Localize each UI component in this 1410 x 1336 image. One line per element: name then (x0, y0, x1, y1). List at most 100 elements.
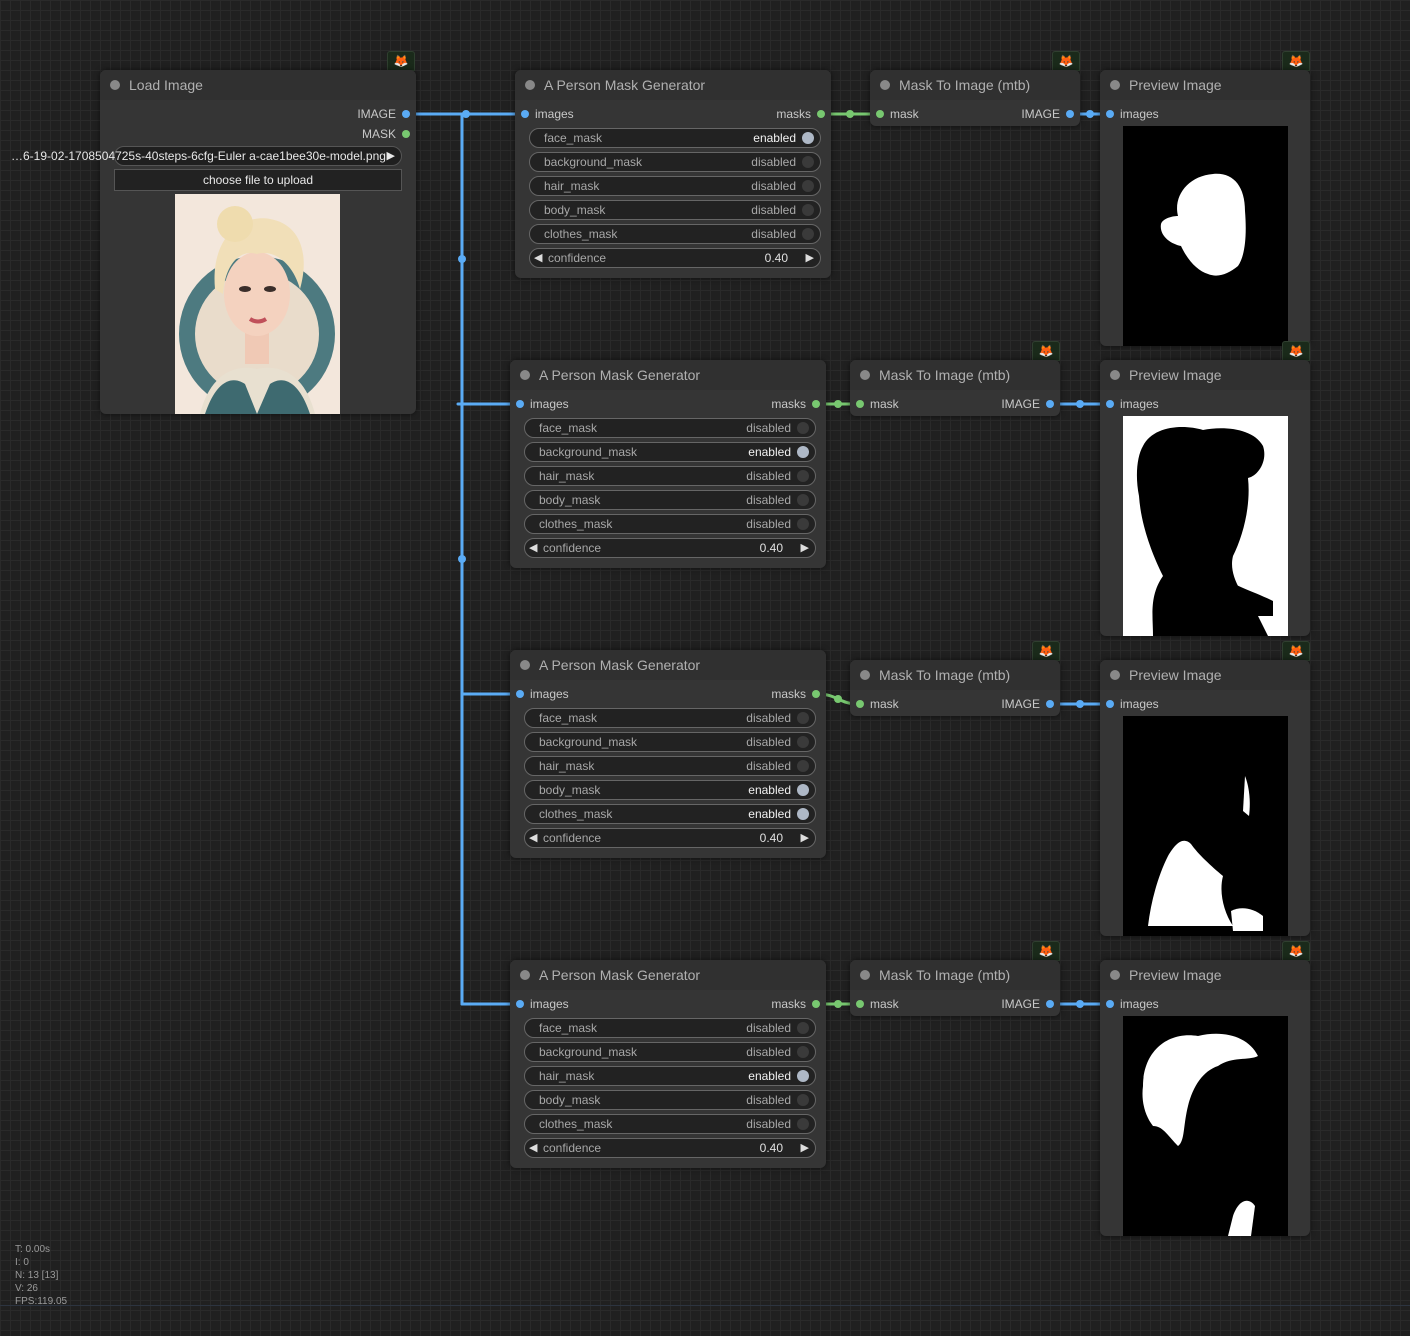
input-dot[interactable] (1106, 110, 1114, 118)
background-mask-toggle[interactable]: background_mask disabled (524, 1042, 816, 1062)
toggle-dot[interactable] (797, 808, 809, 820)
toggle-dot[interactable] (797, 1022, 809, 1034)
input-dot[interactable] (876, 110, 884, 118)
clothes-mask-toggle[interactable]: clothes_mask disabled (529, 224, 821, 244)
io-slots[interactable]: images (1100, 104, 1310, 124)
toggle-dot[interactable] (802, 228, 814, 240)
person-mask-generator-node[interactable]: A Person Mask Generator images masks fac… (515, 70, 831, 278)
node-title[interactable]: Mask To Image (mtb) (870, 70, 1080, 100)
output-dot[interactable] (812, 1000, 820, 1008)
node-title[interactable]: Mask To Image (mtb) (850, 960, 1060, 990)
toggle-dot[interactable] (797, 470, 809, 482)
person-mask-generator-node[interactable]: A Person Mask Generator images masks fac… (510, 650, 826, 858)
output-mask-slot[interactable]: MASK (100, 124, 416, 144)
mask-to-image-node[interactable]: Mask To Image (mtb) mask IMAGE (850, 660, 1060, 716)
node-title[interactable]: A Person Mask Generator (510, 960, 826, 990)
preview-image-node[interactable]: Preview Image images (1100, 660, 1310, 936)
io-slots[interactable]: images (1100, 394, 1310, 414)
node-title[interactable]: A Person Mask Generator (515, 70, 831, 100)
toggle-dot[interactable] (797, 494, 809, 506)
output-dot[interactable] (1046, 1000, 1054, 1008)
input-dot[interactable] (516, 1000, 524, 1008)
clothes-mask-toggle[interactable]: clothes_mask enabled (524, 804, 816, 824)
output-image-slot[interactable]: IMAGE (100, 104, 416, 124)
node-title[interactable]: Mask To Image (mtb) (850, 360, 1060, 390)
preview-image-node[interactable]: Preview Image images (1100, 70, 1310, 346)
toggle-dot[interactable] (797, 1094, 809, 1106)
toggle-dot[interactable] (797, 712, 809, 724)
hair-mask-toggle[interactable]: hair_mask disabled (524, 756, 816, 776)
increment-arrow-icon[interactable]: ▶ (806, 249, 814, 267)
output-dot[interactable] (1066, 110, 1074, 118)
mask-to-image-node[interactable]: Mask To Image (mtb) mask IMAGE (850, 960, 1060, 1016)
confidence-slider[interactable]: ◀ confidence 0.40 ▶ (529, 248, 821, 268)
person-mask-generator-node[interactable]: A Person Mask Generator images masks fac… (510, 960, 826, 1168)
output-dot[interactable] (817, 110, 825, 118)
node-title[interactable]: Preview Image (1100, 70, 1310, 100)
toggle-dot[interactable] (802, 132, 814, 144)
output-dot[interactable] (812, 400, 820, 408)
preview-image-node[interactable]: Preview Image images (1100, 360, 1310, 636)
decrement-arrow-icon[interactable]: ◀ (529, 539, 537, 557)
background-mask-toggle[interactable]: background_mask enabled (524, 442, 816, 462)
node-title[interactable]: Preview Image (1100, 960, 1310, 990)
body-mask-toggle[interactable]: body_mask disabled (524, 1090, 816, 1110)
body-mask-toggle[interactable]: body_mask disabled (524, 490, 816, 510)
body-mask-toggle[interactable]: body_mask enabled (524, 780, 816, 800)
output-dot[interactable] (1046, 700, 1054, 708)
decrement-arrow-icon[interactable]: ◀ (534, 249, 542, 267)
input-dot[interactable] (516, 690, 524, 698)
clothes-mask-toggle[interactable]: clothes_mask disabled (524, 1114, 816, 1134)
toggle-dot[interactable] (797, 1070, 809, 1082)
input-dot[interactable] (856, 700, 864, 708)
hair-mask-toggle[interactable]: hair_mask disabled (529, 176, 821, 196)
mask-to-image-node[interactable]: Mask To Image (mtb) mask IMAGE (850, 360, 1060, 416)
io-slots[interactable]: images masks (510, 394, 826, 414)
confidence-slider[interactable]: ◀ confidence 0.40 ▶ (524, 538, 816, 558)
hair-mask-toggle[interactable]: hair_mask enabled (524, 1066, 816, 1086)
io-slots[interactable]: images masks (515, 104, 831, 124)
input-dot[interactable] (856, 1000, 864, 1008)
io-slots[interactable]: images (1100, 694, 1310, 714)
toggle-dot[interactable] (802, 156, 814, 168)
hair-mask-toggle[interactable]: hair_mask disabled (524, 466, 816, 486)
output-dot[interactable] (1046, 400, 1054, 408)
preview-image-node[interactable]: Preview Image images (1100, 960, 1310, 1236)
toggle-dot[interactable] (797, 736, 809, 748)
node-title[interactable]: A Person Mask Generator (510, 360, 826, 390)
person-mask-generator-node[interactable]: A Person Mask Generator images masks fac… (510, 360, 826, 568)
decrement-arrow-icon[interactable]: ◀ (529, 829, 537, 847)
background-mask-toggle[interactable]: background_mask disabled (524, 732, 816, 752)
face-mask-toggle[interactable]: face_mask disabled (524, 708, 816, 728)
load-image-node[interactable]: Load Image IMAGE MASK …6-19-02-170850472… (11, 70, 416, 414)
toggle-dot[interactable] (797, 760, 809, 772)
increment-arrow-icon[interactable]: ▶ (801, 539, 809, 557)
input-dot[interactable] (1106, 700, 1114, 708)
output-dot[interactable] (812, 690, 820, 698)
node-title[interactable]: Mask To Image (mtb) (850, 660, 1060, 690)
increment-arrow-icon[interactable]: ▶ (801, 829, 809, 847)
arrow-right-icon[interactable]: ▶ (387, 147, 395, 165)
node-title[interactable]: A Person Mask Generator (510, 650, 826, 680)
io-slots[interactable]: mask IMAGE (850, 994, 1060, 1014)
input-dot[interactable] (1106, 400, 1114, 408)
node-title[interactable]: Preview Image (1100, 660, 1310, 690)
input-dot[interactable] (516, 400, 524, 408)
toggle-dot[interactable] (797, 784, 809, 796)
node-title[interactable]: Preview Image (1100, 360, 1310, 390)
io-slots[interactable]: images masks (510, 684, 826, 704)
io-slots[interactable]: images (1100, 994, 1310, 1014)
increment-arrow-icon[interactable]: ▶ (801, 1139, 809, 1157)
toggle-dot[interactable] (802, 180, 814, 192)
input-dot[interactable] (521, 110, 529, 118)
node-title[interactable]: Load Image (100, 70, 416, 100)
toggle-dot[interactable] (797, 1118, 809, 1130)
io-slots[interactable]: mask IMAGE (850, 394, 1060, 414)
clothes-mask-toggle[interactable]: clothes_mask disabled (524, 514, 816, 534)
face-mask-toggle[interactable]: face_mask disabled (524, 418, 816, 438)
output-dot[interactable] (402, 130, 410, 138)
io-slots[interactable]: mask IMAGE (870, 104, 1080, 124)
confidence-slider[interactable]: ◀ confidence 0.40 ▶ (524, 1138, 816, 1158)
image-file-combo[interactable]: …6-19-02-1708504725s-40steps-6cfg-Euler … (11, 146, 402, 166)
face-mask-toggle[interactable]: face_mask disabled (524, 1018, 816, 1038)
